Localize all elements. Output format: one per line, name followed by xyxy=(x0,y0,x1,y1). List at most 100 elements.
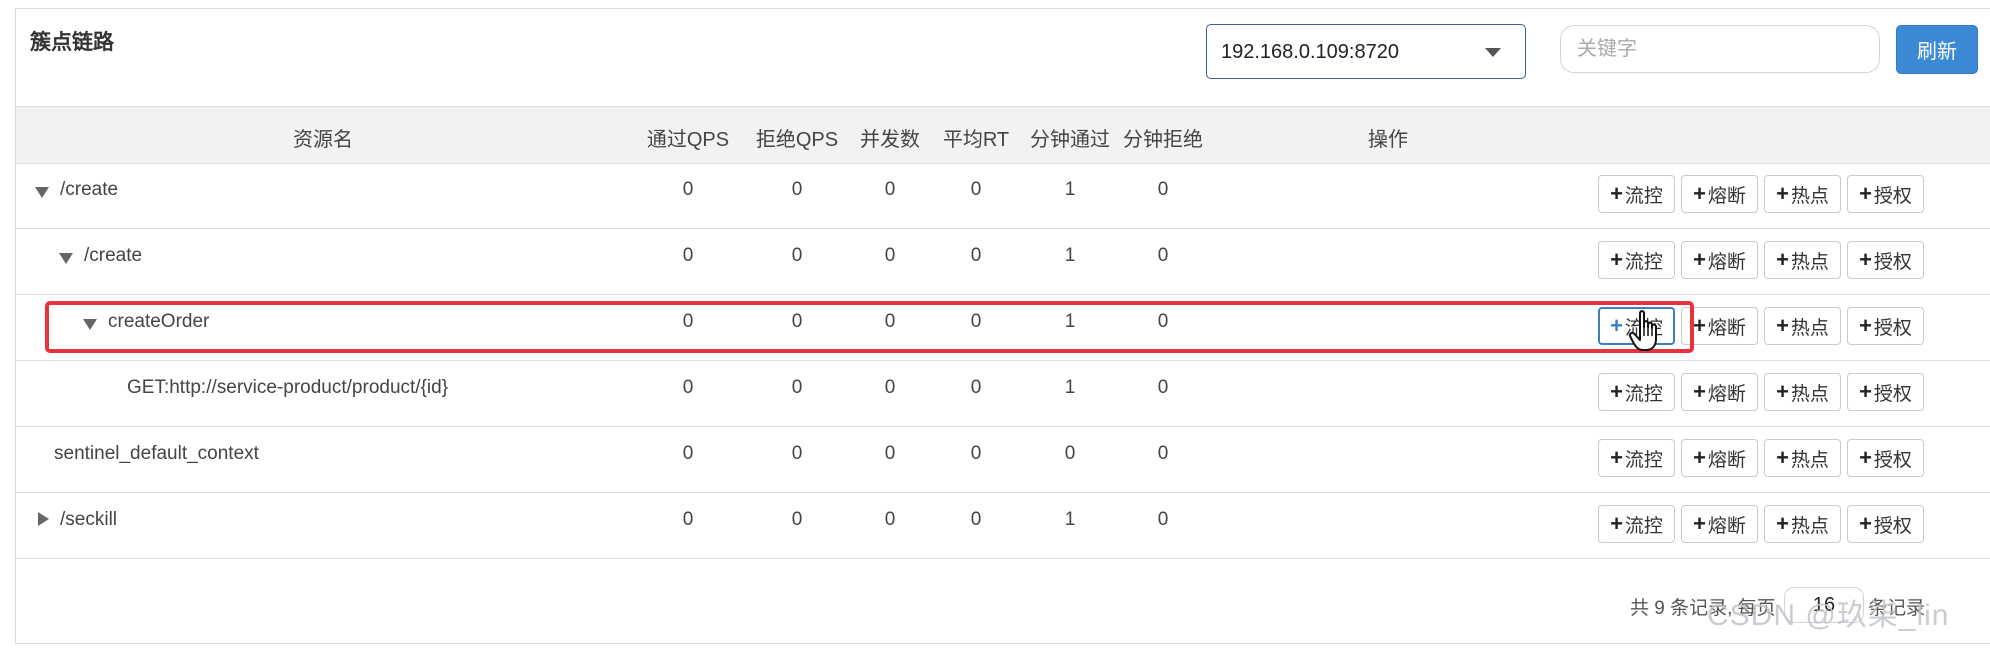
header-block-qps: 拒绝QPS xyxy=(755,129,839,151)
avg-rt: 0 xyxy=(970,377,982,398)
minute-block: 0 xyxy=(1157,509,1169,530)
minute-pass: 1 xyxy=(1064,245,1076,266)
flow-control-button[interactable]: + 流控 xyxy=(1598,373,1675,411)
plus-icon: + xyxy=(1610,313,1623,338)
hotspot-button[interactable]: + 热点 xyxy=(1764,241,1841,279)
pass-qps: 0 xyxy=(682,311,694,332)
triangle-down-icon[interactable] xyxy=(83,319,97,330)
block-qps: 0 xyxy=(791,377,803,398)
concurrency: 0 xyxy=(884,245,896,266)
block-qps: 0 xyxy=(791,311,803,332)
header-minute-pass: 分钟通过 xyxy=(1030,129,1110,151)
table-row: sentinel_default_context 0 0 0 0 0 0 + 流控… xyxy=(16,427,1990,493)
flow-control-button[interactable]: + 流控 xyxy=(1598,505,1675,543)
plus-icon: + xyxy=(1610,247,1623,272)
search-input[interactable] xyxy=(1560,25,1880,73)
flow-control-button[interactable]: + 流控 xyxy=(1598,241,1675,279)
block-qps: 0 xyxy=(791,509,803,530)
authorization-button[interactable]: + 授权 xyxy=(1847,241,1924,279)
block-qps: 0 xyxy=(791,179,803,200)
hotspot-button[interactable]: + 热点 xyxy=(1764,439,1841,477)
block-qps: 0 xyxy=(791,443,803,464)
refresh-button[interactable]: 刷新 xyxy=(1896,25,1978,74)
minute-block: 0 xyxy=(1157,179,1169,200)
resource-name: sentinel_default_context xyxy=(54,443,259,464)
machine-select-value: 192.168.0.109:8720 xyxy=(1221,41,1399,63)
resource-name: createOrder xyxy=(108,311,210,332)
resource-name: GET:http://service-product/product/{id} xyxy=(127,377,449,398)
minute-pass: 1 xyxy=(1064,377,1076,398)
plus-icon: + xyxy=(1776,181,1789,206)
plus-icon: + xyxy=(1693,511,1706,536)
resource-name: /create xyxy=(84,245,143,266)
flow-control-button[interactable]: + 流控 xyxy=(1598,175,1675,213)
minute-block: 0 xyxy=(1157,377,1169,398)
circuit-breaker-button[interactable]: + 熔断 xyxy=(1681,241,1758,279)
minute-block: 0 xyxy=(1157,311,1169,332)
plus-icon: + xyxy=(1776,313,1789,338)
concurrency: 0 xyxy=(884,311,896,332)
circuit-breaker-button[interactable]: + 熔断 xyxy=(1681,505,1758,543)
plus-icon: + xyxy=(1610,445,1623,470)
plus-icon: + xyxy=(1859,313,1872,338)
authorization-button[interactable]: + 授权 xyxy=(1847,505,1924,543)
flow-control-button[interactable]: + 流控 xyxy=(1598,439,1675,477)
header-resource: 资源名 xyxy=(293,129,353,151)
hotspot-button[interactable]: + 热点 xyxy=(1764,175,1841,213)
avg-rt: 0 xyxy=(970,443,982,464)
hotspot-button[interactable]: + 热点 xyxy=(1764,307,1841,345)
table-row: /seckill 0 0 0 0 1 0 + 流控 + 熔断 + 热点 + 授权 xyxy=(16,493,1990,559)
avg-rt: 0 xyxy=(970,509,982,530)
header-minute-block: 分钟拒绝 xyxy=(1123,129,1203,151)
table-row: GET:http://service-product/product/{id} … xyxy=(16,361,1990,427)
circuit-breaker-button[interactable]: + 熔断 xyxy=(1681,175,1758,213)
concurrency: 0 xyxy=(884,179,896,200)
plus-icon: + xyxy=(1776,379,1789,404)
plus-icon: + xyxy=(1693,445,1706,470)
plus-icon: + xyxy=(1610,181,1623,206)
plus-icon: + xyxy=(1859,445,1872,470)
pass-qps: 0 xyxy=(682,245,694,266)
authorization-button[interactable]: + 授权 xyxy=(1847,307,1924,345)
hotspot-button[interactable]: + 热点 xyxy=(1764,373,1841,411)
flow-control-button[interactable]: + 流控 xyxy=(1598,307,1675,345)
avg-rt: 0 xyxy=(970,179,982,200)
avg-rt: 0 xyxy=(970,311,982,332)
authorization-button[interactable]: + 授权 xyxy=(1847,373,1924,411)
plus-icon: + xyxy=(1776,445,1789,470)
page-title: 簇点链路 xyxy=(30,31,114,54)
authorization-button[interactable]: + 授权 xyxy=(1847,175,1924,213)
triangle-right-icon[interactable] xyxy=(38,512,49,526)
minute-block: 0 xyxy=(1157,443,1169,464)
table-header: 资源名 通过QPS 拒绝QPS 并发数 平均RT 分钟通过 分钟拒绝 操作 xyxy=(16,106,1990,164)
machine-select[interactable]: 192.168.0.109:8720 xyxy=(1206,24,1526,79)
authorization-button[interactable]: + 授权 xyxy=(1847,439,1924,477)
pass-qps: 0 xyxy=(682,179,694,200)
plus-icon: + xyxy=(1693,313,1706,338)
circuit-breaker-button[interactable]: + 熔断 xyxy=(1681,373,1758,411)
header-avg-rt: 平均RT xyxy=(942,129,1010,151)
minute-block: 0 xyxy=(1157,245,1169,266)
plus-icon: + xyxy=(1693,247,1706,272)
caret-down-icon xyxy=(1485,48,1501,57)
triangle-down-icon[interactable] xyxy=(35,187,49,198)
plus-icon: + xyxy=(1859,247,1872,272)
circuit-breaker-button[interactable]: + 熔断 xyxy=(1681,307,1758,345)
triangle-down-icon[interactable] xyxy=(59,253,73,264)
table-row: createOrder 0 0 0 0 1 0 + 流控 + 熔断 + 热点 + 授权 xyxy=(16,295,1990,361)
header-concurrency: 并发数 xyxy=(860,129,920,151)
circuit-breaker-button[interactable]: + 熔断 xyxy=(1681,439,1758,477)
plus-icon: + xyxy=(1693,181,1706,206)
plus-icon: + xyxy=(1693,379,1706,404)
plus-icon: + xyxy=(1859,511,1872,536)
avg-rt: 0 xyxy=(970,245,982,266)
minute-pass: 1 xyxy=(1064,509,1076,530)
table-row: /create 0 0 0 0 1 0 + 流控 + 熔断 + 热点 + 授权 xyxy=(16,163,1990,229)
resource-name: /create xyxy=(60,179,119,200)
table-row: /create 0 0 0 0 1 0 + 流控 + 熔断 + 热点 + 授权 xyxy=(16,229,1990,295)
hotspot-button[interactable]: + 热点 xyxy=(1764,505,1841,543)
header-pass-qps: 通过QPS xyxy=(646,129,730,151)
minute-pass: 1 xyxy=(1064,311,1076,332)
concurrency: 0 xyxy=(884,377,896,398)
block-qps: 0 xyxy=(791,245,803,266)
